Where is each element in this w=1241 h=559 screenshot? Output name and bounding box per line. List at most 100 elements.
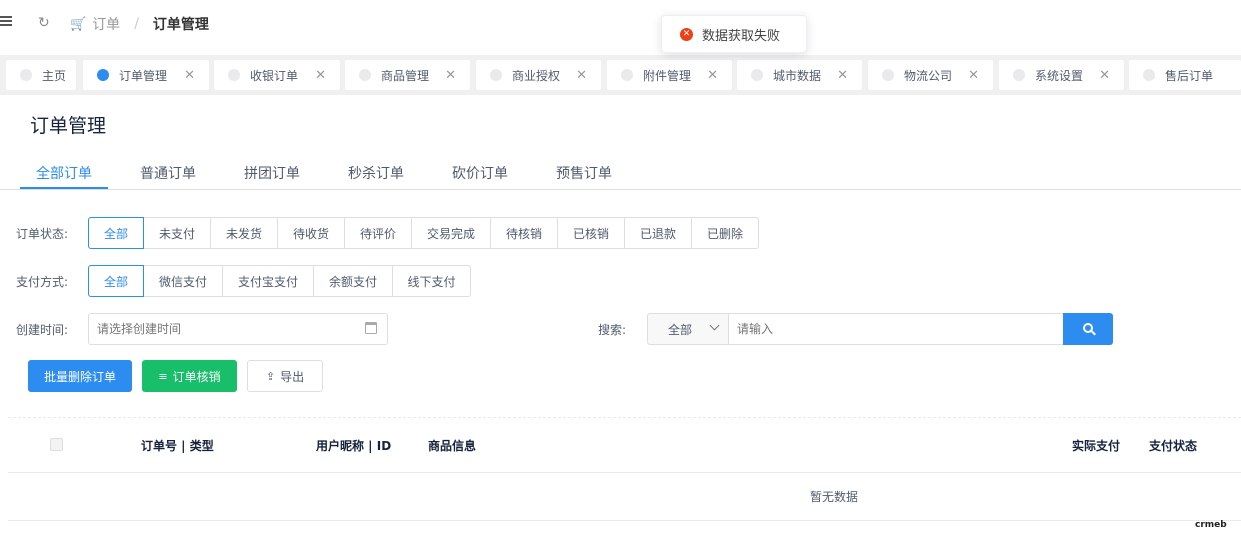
- export-button[interactable]: ⇪ 导出: [247, 360, 323, 392]
- column-actual-payment: 实际支付: [1072, 439, 1121, 453]
- payment-method-label: 支付方式:: [16, 275, 69, 289]
- breadcrumb: 🛒 订单 / 订单管理: [70, 14, 209, 34]
- tab-dot-icon: [1013, 69, 1025, 81]
- status-option-deleted[interactable]: 已删除: [691, 217, 759, 249]
- pay-option-balance[interactable]: 余额支付: [313, 265, 393, 297]
- select-all-checkbox[interactable]: [50, 438, 63, 451]
- column-order-number: 订单号 | 类型: [141, 439, 214, 453]
- tab-business-license[interactable]: 商业授权 ✕: [476, 60, 601, 90]
- close-icon[interactable]: ✕: [707, 68, 718, 83]
- tab-system-settings[interactable]: 系统设置 ✕: [999, 60, 1124, 90]
- tab-bargain-orders[interactable]: 砍价订单: [452, 163, 508, 183]
- search-button[interactable]: [1063, 313, 1113, 345]
- verify-order-button[interactable]: ≡ 订单核销: [142, 360, 237, 392]
- export-label: 导出: [280, 369, 305, 384]
- close-icon[interactable]: ✕: [576, 68, 587, 83]
- active-tab-underline: [20, 187, 108, 189]
- cart-icon: 🛒: [70, 16, 87, 32]
- tab-order-management[interactable]: 订单管理 ✕: [83, 60, 209, 90]
- create-time-input[interactable]: [88, 313, 388, 345]
- tab-dot-icon: [621, 69, 633, 81]
- status-option-completed[interactable]: 交易完成: [411, 217, 491, 249]
- pay-option-all[interactable]: 全部: [88, 265, 144, 297]
- order-status-label: 订单状态:: [16, 227, 69, 241]
- breadcrumb-separator: /: [134, 16, 139, 32]
- status-option-awaiting-receipt[interactable]: 待收货: [277, 217, 345, 249]
- tab-dot-icon: [882, 69, 894, 81]
- status-option-awaiting-verification[interactable]: 待核销: [490, 217, 558, 249]
- search-label: 搜索:: [598, 323, 627, 337]
- tab-label: 附件管理: [643, 68, 692, 83]
- tab-dot-icon: [490, 69, 502, 81]
- close-icon[interactable]: ✕: [445, 68, 456, 83]
- status-option-refunded[interactable]: 已退款: [624, 217, 692, 249]
- tab-label: 订单管理: [119, 68, 168, 83]
- pay-option-offline[interactable]: 线下支付: [392, 265, 471, 297]
- tab-presale-orders[interactable]: 预售订单: [556, 163, 612, 183]
- page-title: 订单管理: [30, 115, 107, 137]
- pay-option-alipay[interactable]: 支付宝支付: [222, 265, 314, 297]
- search-scope-select[interactable]: 全部: [647, 313, 729, 345]
- status-option-verified[interactable]: 已核销: [557, 217, 625, 249]
- toast-message: 数据获取失败: [702, 28, 781, 44]
- tab-product-management[interactable]: 商品管理 ✕: [345, 60, 470, 90]
- table-empty-row: 暂无数据: [8, 473, 1241, 521]
- tab-dot-icon: [359, 69, 371, 81]
- tab-cashier-orders[interactable]: 收银订单 ✕: [214, 60, 340, 90]
- status-option-all[interactable]: 全部: [88, 217, 144, 249]
- export-icon: ⇪: [265, 369, 276, 383]
- error-icon: ✕: [680, 27, 693, 41]
- tab-label: 城市数据: [773, 68, 822, 83]
- tab-group-orders[interactable]: 拼团订单: [244, 163, 300, 183]
- tab-after-sales-orders[interactable]: 售后订单: [1129, 60, 1241, 90]
- column-product-info: 商品信息: [428, 439, 477, 453]
- tab-label: 收银订单: [250, 68, 299, 83]
- breadcrumb-item-order[interactable]: 订单: [92, 14, 120, 34]
- menu-icon[interactable]: [0, 16, 12, 28]
- batch-delete-button[interactable]: 批量删除订单: [28, 360, 132, 392]
- close-icon[interactable]: ✕: [968, 68, 979, 83]
- calendar-icon[interactable]: [365, 322, 377, 334]
- chevron-down-icon: [709, 320, 720, 331]
- status-option-unshipped[interactable]: 未发货: [210, 217, 278, 249]
- tab-dot-icon: [20, 69, 32, 81]
- tab-label: 物流公司: [904, 68, 953, 83]
- close-icon[interactable]: ✕: [315, 68, 326, 83]
- status-option-unpaid[interactable]: 未支付: [143, 217, 211, 249]
- tab-logistics-company[interactable]: 物流公司 ✕: [868, 60, 993, 90]
- tab-label: 主页: [42, 68, 67, 83]
- close-icon[interactable]: ✕: [184, 68, 195, 83]
- status-option-awaiting-review[interactable]: 待评价: [344, 217, 412, 249]
- empty-text: 暂无数据: [810, 490, 859, 504]
- tab-label: 售后订单: [1165, 68, 1214, 83]
- order-status-group: 全部 未支付 未发货 待收货 待评价 交易完成 待核销 已核销 已退款 已删除: [88, 217, 759, 249]
- breadcrumb-current: 订单管理: [152, 17, 209, 33]
- refresh-icon[interactable]: ↻: [38, 16, 52, 30]
- order-type-tabs: 全部订单 普通订单 拼团订单 秒杀订单 砍价订单 预售订单: [0, 156, 1241, 190]
- search-input[interactable]: [728, 313, 1064, 345]
- tab-attachment-management[interactable]: 附件管理 ✕: [607, 60, 732, 90]
- create-time-label: 创建时间:: [16, 323, 69, 337]
- page-tabs-bar: 主页 订单管理 ✕ 收银订单 ✕ 商品管理 ✕ 商业授权 ✕ 附件管理 ✕ 城市…: [0, 55, 1241, 95]
- close-icon[interactable]: ✕: [837, 68, 848, 83]
- tab-dot-icon: [1143, 69, 1155, 81]
- tab-label: 商品管理: [381, 68, 430, 83]
- tab-home[interactable]: 主页: [6, 60, 76, 90]
- verify-order-label: 订单核销: [172, 369, 221, 384]
- top-header: ↻ 🛒 订单 / 订单管理: [0, 0, 1241, 46]
- tab-normal-orders[interactable]: 普通订单: [140, 163, 196, 183]
- tab-dot-icon: [97, 69, 109, 81]
- list-icon: ≡: [158, 369, 168, 383]
- table-header: 订单号 | 类型 用户昵称 | ID 商品信息 实际支付 支付状态: [8, 418, 1241, 473]
- tab-city-data[interactable]: 城市数据 ✕: [737, 60, 862, 90]
- tab-dot-icon: [751, 69, 763, 81]
- tab-all-orders[interactable]: 全部订单: [36, 163, 92, 183]
- search-scope-value: 全部: [668, 322, 693, 337]
- tab-seckill-orders[interactable]: 秒杀订单: [348, 163, 404, 183]
- column-payment-status: 支付状态: [1149, 439, 1198, 453]
- tab-label: 系统设置: [1035, 68, 1084, 83]
- close-icon[interactable]: ✕: [1099, 68, 1110, 83]
- tab-dot-icon: [228, 69, 240, 81]
- pay-option-wechat[interactable]: 微信支付: [143, 265, 223, 297]
- tab-label: 商业授权: [512, 68, 561, 83]
